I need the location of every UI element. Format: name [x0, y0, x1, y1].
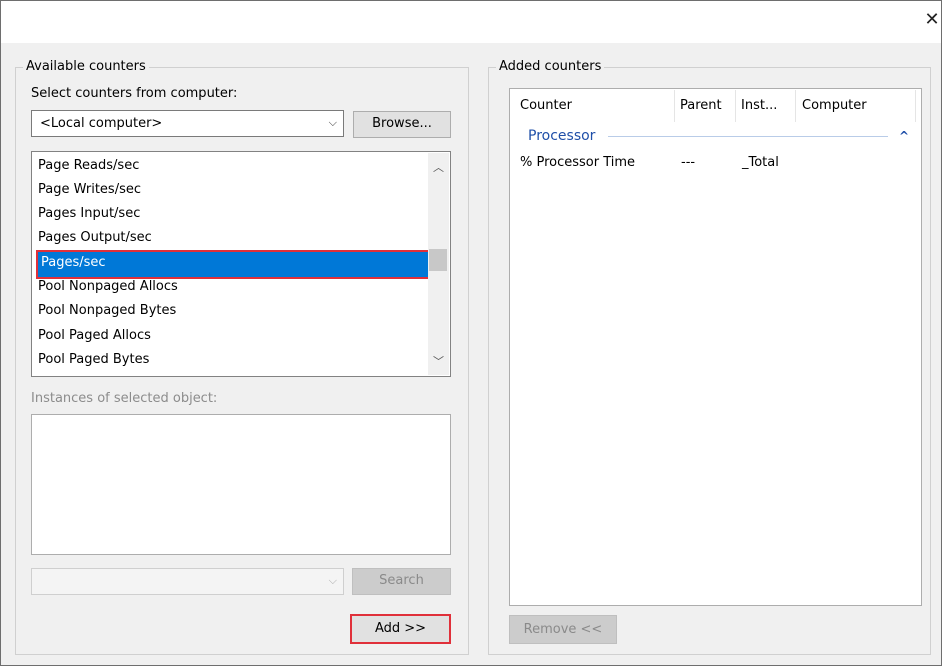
- row-parent: ---: [681, 155, 696, 170]
- column-divider[interactable]: [795, 90, 796, 122]
- remove-button[interactable]: Remove <<: [509, 615, 617, 644]
- available-counters-label: Available counters: [23, 59, 149, 75]
- close-icon[interactable]: ✕: [924, 10, 940, 30]
- browse-button[interactable]: Browse...: [353, 111, 451, 138]
- column-header-parent[interactable]: Parent: [680, 98, 722, 114]
- chevron-down-icon: ⌵: [328, 116, 337, 129]
- instances-label: Instances of selected object:: [31, 391, 218, 406]
- column-divider[interactable]: [674, 90, 675, 122]
- row-counter: % Processor Time: [520, 155, 636, 170]
- chevron-down-icon: ⌵: [328, 574, 337, 587]
- group-header-line: [608, 136, 888, 137]
- list-item[interactable]: Pages Input/sec: [38, 203, 140, 225]
- added-counters-table[interactable]: Counter Parent Inst... Computer Processo…: [509, 88, 922, 606]
- table-row[interactable]: % Processor Time --- _Total: [511, 153, 916, 173]
- counter-list-scrollbar[interactable]: ︿ ﹀: [428, 153, 449, 375]
- column-header-counter[interactable]: Counter: [520, 98, 572, 114]
- list-item[interactable]: Page Reads/sec: [38, 155, 139, 177]
- added-counters-label: Added counters: [496, 59, 605, 75]
- chevron-up-icon[interactable]: ︿: [430, 159, 447, 175]
- group-header-label: Processor: [528, 127, 600, 145]
- computer-select-label: Select counters from computer:: [31, 86, 238, 101]
- list-item-selected[interactable]: Pages/sec: [36, 250, 434, 279]
- computer-combobox-value: <Local computer>: [40, 116, 163, 131]
- computer-combobox[interactable]: <Local computer> ⌵: [31, 110, 344, 137]
- list-item[interactable]: Page Writes/sec: [38, 179, 141, 201]
- column-header-computer[interactable]: Computer: [802, 98, 867, 114]
- search-button[interactable]: Search: [352, 568, 451, 595]
- counter-list[interactable]: Page Reads/sec Page Writes/sec Pages Inp…: [31, 151, 451, 377]
- title-bar: [1, 1, 941, 43]
- chevron-down-icon[interactable]: ﹀: [430, 353, 447, 369]
- list-item[interactable]: Pool Nonpaged Bytes: [38, 300, 176, 322]
- column-divider[interactable]: [915, 90, 916, 122]
- group-header-processor[interactable]: Processor ^: [520, 127, 918, 145]
- list-item[interactable]: Pool Nonpaged Allocs: [38, 276, 178, 298]
- search-combobox[interactable]: ⌵: [31, 568, 344, 595]
- instances-list[interactable]: [31, 414, 451, 555]
- list-item[interactable]: Pool Paged Allocs: [38, 325, 151, 347]
- row-instance: _Total: [742, 155, 779, 170]
- chevron-up-icon[interactable]: ^: [897, 127, 911, 145]
- add-button[interactable]: Add >>: [350, 614, 451, 644]
- list-item[interactable]: Pages Output/sec: [38, 227, 152, 249]
- column-header-instance[interactable]: Inst...: [741, 98, 777, 114]
- column-divider[interactable]: [735, 90, 736, 122]
- list-item[interactable]: Pool Paged Bytes: [38, 349, 149, 371]
- scrollbar-thumb[interactable]: [429, 249, 447, 271]
